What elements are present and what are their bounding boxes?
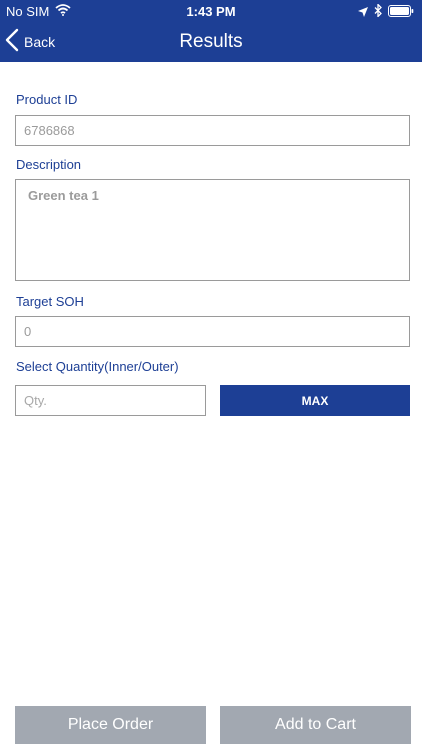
page-title: Results [179, 31, 243, 52]
quantity-input[interactable] [15, 385, 206, 416]
location-arrow-icon [358, 5, 368, 20]
battery-icon [388, 4, 414, 20]
bluetooth-icon [374, 2, 382, 20]
max-button[interactable]: MAX [220, 385, 410, 416]
navigation-bar: Back Results [0, 22, 422, 62]
product-id-label: Product ID [16, 92, 78, 107]
add-to-cart-button[interactable]: Add to Cart [220, 706, 411, 744]
description-field[interactable]: Green tea 1 [15, 179, 410, 281]
product-id-field[interactable]: 6786868 [15, 115, 410, 146]
place-order-button[interactable]: Place Order [15, 706, 206, 744]
description-label: Description [16, 157, 82, 172]
target-soh-label: Target SOH [16, 294, 84, 309]
target-soh-field[interactable]: 0 [15, 316, 410, 347]
status-bar: No SIM 1:43 PM [0, 0, 422, 22]
status-right [358, 2, 414, 20]
select-quantity-label: Select Quantity(Inner/Outer) [16, 359, 179, 374]
